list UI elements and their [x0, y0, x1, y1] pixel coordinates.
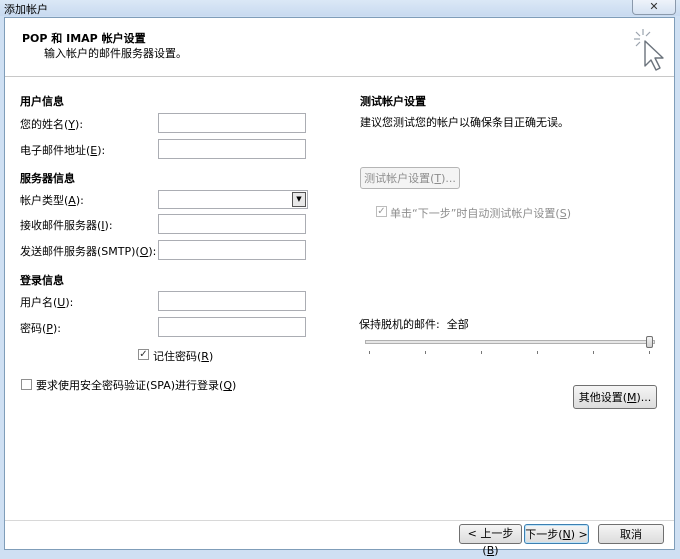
outgoing-server-label: 发送邮件服务器(SMTP)(O): [20, 245, 157, 258]
test-heading: 测试帐户设置 [360, 95, 426, 108]
slider-tick [369, 351, 370, 354]
account-type-label: 帐户类型(A): [20, 194, 84, 207]
outgoing-server-field[interactable] [158, 240, 306, 260]
spa-checkbox[interactable] [21, 379, 32, 390]
offline-mail-slider[interactable] [365, 340, 655, 344]
close-icon: ✕ [649, 0, 659, 13]
name-label: 您的姓名(Y): [20, 118, 84, 131]
page-title: POP 和 IMAP 帐户设置 [22, 32, 146, 45]
close-button[interactable]: ✕ [632, 0, 676, 15]
remember-password-checkbox[interactable]: ✓ [138, 349, 149, 360]
account-type-dropdown[interactable]: ▼ [158, 190, 308, 209]
cancel-button[interactable]: 取消 [598, 524, 664, 544]
login-info-heading: 登录信息 [20, 274, 64, 287]
password-field[interactable] [158, 317, 306, 337]
spa-label: 要求使用安全密码验证(SPA)进行登录(Q) [36, 379, 237, 392]
user-info-heading: 用户信息 [20, 95, 64, 108]
window-title: 添加帐户 [4, 3, 48, 16]
window-titlebar: 添加帐户 ✕ [0, 0, 680, 16]
offline-mail-label: 保持脱机的邮件: 全部 [359, 318, 469, 331]
offline-mail-value: 全部 [446, 318, 469, 331]
name-field[interactable] [158, 113, 306, 133]
email-label: 电子邮件地址(E): [20, 144, 106, 157]
page-subtitle: 输入帐户的邮件服务器设置。 [44, 47, 187, 60]
chevron-down-icon[interactable]: ▼ [292, 192, 306, 207]
slider-tick [481, 351, 482, 354]
dialog-frame: POP 和 IMAP 帐户设置 输入帐户的邮件服务器设置。 用户信息 您的姓名(… [4, 17, 675, 557]
footer-divider [5, 520, 674, 521]
back-button[interactable]: < 上一步(B) [459, 524, 522, 557]
username-field[interactable] [158, 291, 306, 311]
dialog-body: 用户信息 您的姓名(Y): 电子邮件地址(E): 服务器信息 帐户类型(A): … [5, 77, 674, 557]
server-info-heading: 服务器信息 [20, 172, 75, 185]
test-account-button[interactable]: 测试帐户设置(T)... [360, 167, 460, 189]
password-label: 密码(P): [20, 322, 61, 335]
slider-tick [593, 351, 594, 354]
wand-cursor-icon [634, 29, 664, 71]
slider-thumb[interactable] [646, 336, 653, 348]
slider-tick [649, 351, 650, 354]
test-description: 建议您测试您的帐户以确保条目正确无误。 [360, 116, 569, 129]
auto-test-checkbox[interactable]: ✓ [376, 206, 387, 217]
dialog-header: POP 和 IMAP 帐户设置 输入帐户的邮件服务器设置。 [5, 18, 674, 77]
incoming-server-field[interactable] [158, 214, 306, 234]
remember-password-label: 记住密码(R) [153, 350, 214, 363]
next-button[interactable]: 下一步(N) > [524, 524, 589, 544]
auto-test-label: 单击“下一步”时自动测试帐户设置(S) [390, 207, 571, 220]
slider-tick [425, 351, 426, 354]
slider-tick [537, 351, 538, 354]
incoming-server-label: 接收邮件服务器(I): [20, 219, 113, 232]
email-field[interactable] [158, 139, 306, 159]
username-label: 用户名(U): [20, 296, 74, 309]
more-settings-button[interactable]: 其他设置(M)... [573, 385, 657, 409]
